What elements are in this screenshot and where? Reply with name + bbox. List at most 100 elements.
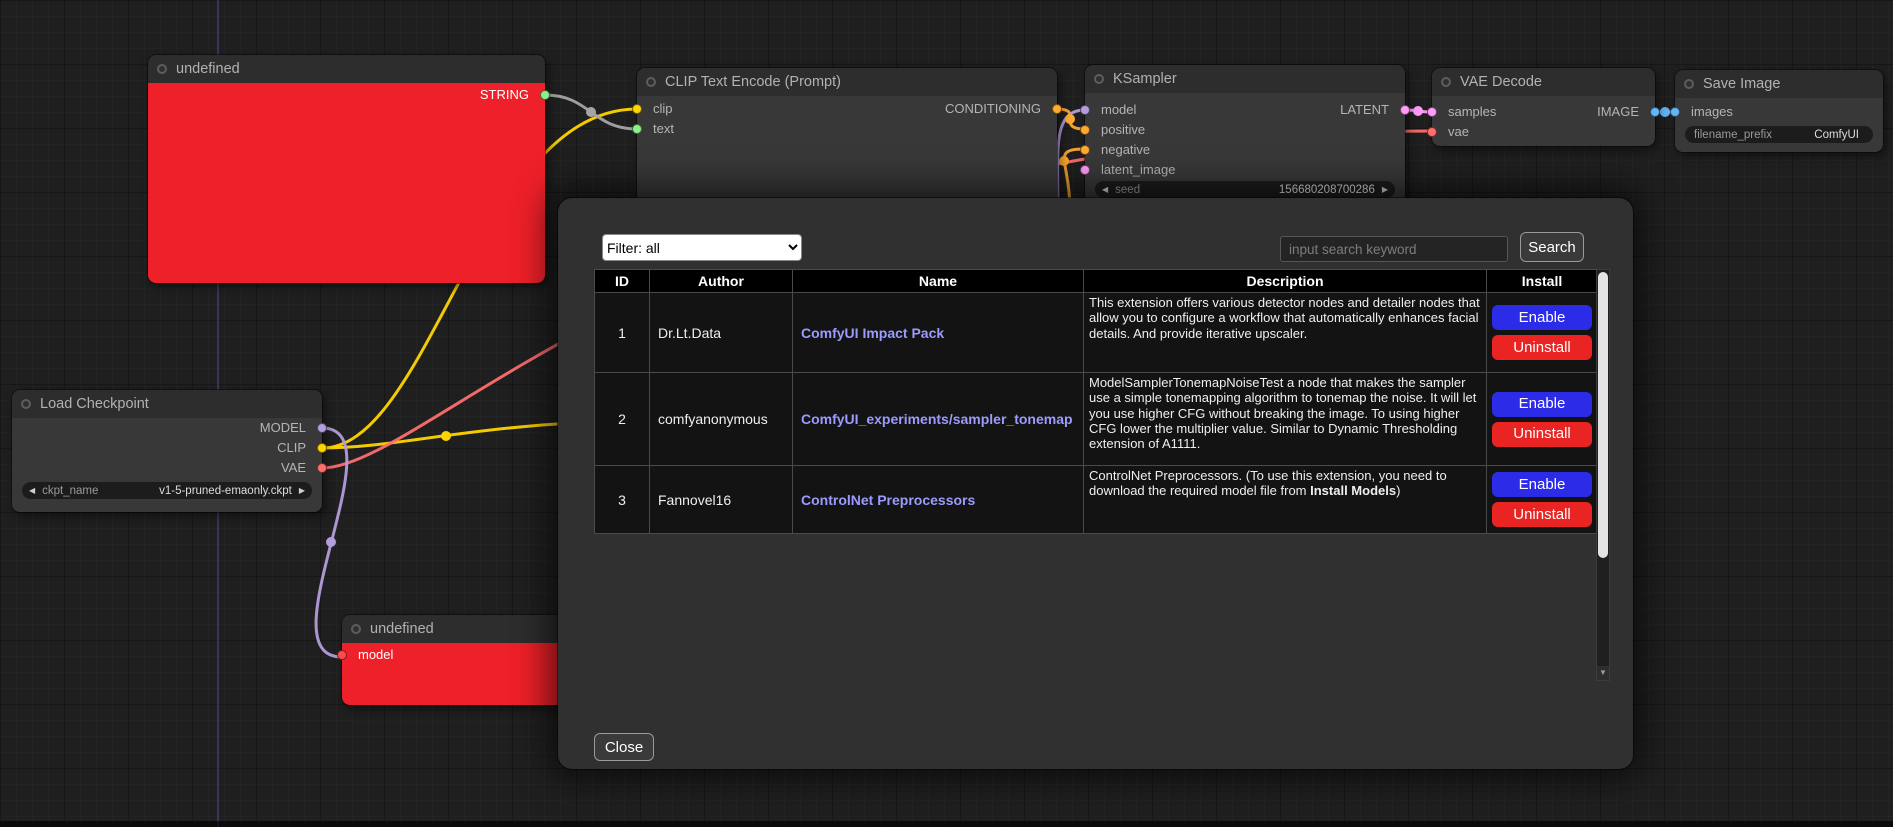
input-latent-image: latent_image [1085,160,1405,180]
widget-label: ckpt_name [42,485,98,497]
port-label: LATENT [1340,102,1389,117]
port-label: vae [1448,124,1469,139]
port-label: positive [1101,122,1145,137]
widget-value: 156680208700286 [1279,184,1375,196]
custom-nodes-manager-dialog: Filter: all Search ID Author Name Descri… [558,198,1633,769]
port-label: text [653,121,674,136]
extension-link[interactable]: ControlNet Preprocessors [801,492,975,508]
images-input-port[interactable] [1670,107,1680,117]
node-collapse-dot[interactable] [1441,77,1451,87]
filter-select[interactable]: Filter: all [602,234,802,261]
port-label: CLIP [277,440,306,455]
extension-link[interactable]: ComfyUI_experiments/sampler_tonemap [801,411,1073,427]
enable-button[interactable]: Enable [1492,472,1592,497]
input-text: text [637,119,1057,139]
node-titlebar[interactable]: Save Image [1675,70,1883,98]
clip-output-port[interactable] [317,443,327,453]
node-title: VAE Decode [1460,68,1542,96]
cell-install: Enable Uninstall [1487,373,1598,466]
scroll-down-arrow-icon[interactable]: ▼ [1597,666,1609,680]
output-vae: VAE [12,458,322,478]
link-midpoint-dot [1413,106,1423,116]
increment-arrow-icon[interactable]: ▶ [299,486,305,495]
search-input[interactable] [1280,236,1508,262]
conditioning-output-port[interactable] [1052,104,1062,114]
node-collapse-dot[interactable] [21,399,31,409]
comfyui-canvas[interactable]: { "colors": { "model": "#B39DDB", "clip"… [0,0,1893,827]
node-titlebar[interactable]: Load Checkpoint [12,390,322,418]
widget-value: ComfyUI [1814,129,1859,141]
node-collapse-dot[interactable] [351,624,361,634]
positive-input-port[interactable] [1080,125,1090,135]
cell-description: This extension offers various detector n… [1084,293,1487,373]
widget-label: seed [1115,184,1140,196]
node-ksampler[interactable]: KSampler model positive negative latent_… [1085,65,1405,207]
node-title: CLIP Text Encode (Prompt) [665,68,841,96]
node-titlebar[interactable]: VAE Decode [1432,68,1655,96]
node-titlebar[interactable]: undefined [148,55,545,83]
input-images: images [1675,102,1883,122]
output-string: STRING [148,85,545,105]
vae-input-port[interactable] [1427,127,1437,137]
port-label: VAE [281,460,306,475]
node-vae-decode[interactable]: VAE Decode samples vae IMAGE [1432,68,1655,146]
node-title: undefined [176,55,240,83]
string-output-port[interactable] [540,90,550,100]
port-label: negative [1101,142,1150,157]
model-input-port[interactable] [337,650,347,660]
header-name: Name [793,270,1084,293]
enable-button[interactable]: Enable [1492,392,1592,417]
extension-link[interactable]: ComfyUI Impact Pack [801,325,944,341]
node-collapse-dot[interactable] [1684,79,1694,89]
ckpt-name-widget[interactable]: ◀ ckpt_name v1-5-pruned-emaonly.ckpt ▶ [22,482,312,499]
negative-input-port[interactable] [1080,145,1090,155]
decrement-arrow-icon[interactable]: ◀ [1102,185,1108,194]
node-collapse-dot[interactable] [157,64,167,74]
node-collapse-dot[interactable] [1094,74,1104,84]
port-label: IMAGE [1597,104,1639,119]
node-save-image[interactable]: Save Image images filename_prefix ComfyU… [1675,70,1883,152]
cell-author: Fannovel16 [650,466,793,534]
latent-output-port[interactable] [1400,105,1410,115]
image-output-port[interactable] [1650,107,1660,117]
cell-author: comfyanonymous [650,373,793,466]
cell-install: Enable Uninstall [1487,293,1598,373]
node-load-checkpoint[interactable]: Load Checkpoint MODEL CLIP VAE ◀ ckpt_na… [12,390,322,512]
extensions-table-body: 1 Dr.Lt.Data ComfyUI Impact Pack This ex… [595,293,1598,534]
output-image: IMAGE [1432,102,1655,122]
node-title: Load Checkpoint [40,390,149,418]
text-input-port[interactable] [632,124,642,134]
vae-output-port[interactable] [317,463,327,473]
seed-widget[interactable]: ◀ seed 156680208700286 ▶ [1095,181,1395,198]
decrement-arrow-icon[interactable]: ◀ [29,486,35,495]
widget-value: v1-5-pruned-emaonly.ckpt [159,485,292,497]
model-output-port[interactable] [317,423,327,433]
increment-arrow-icon[interactable]: ▶ [1382,185,1388,194]
node-titlebar[interactable]: CLIP Text Encode (Prompt) [637,68,1057,96]
uninstall-button[interactable]: Uninstall [1492,422,1592,447]
uninstall-button[interactable]: Uninstall [1492,335,1592,360]
search-button[interactable]: Search [1520,232,1584,262]
close-button[interactable]: Close [594,733,654,761]
output-clip: CLIP [12,438,322,458]
latent-image-input-port[interactable] [1080,165,1090,175]
node-titlebar[interactable]: KSampler [1085,65,1405,93]
table-scrollbar[interactable]: ▼ [1596,269,1610,681]
filename-prefix-widget[interactable]: filename_prefix ComfyUI [1685,126,1873,143]
output-model: MODEL [12,418,322,438]
scrollbar-thumb[interactable] [1598,272,1608,558]
uninstall-button[interactable]: Uninstall [1492,502,1592,527]
node-body: STRING [148,83,545,283]
node-title: undefined [370,615,434,643]
node-collapse-dot[interactable] [646,77,656,87]
header-id: ID [595,270,650,293]
link-midpoint-dot [1065,114,1075,124]
output-conditioning: CONDITIONING [637,99,1057,119]
cell-author: Dr.Lt.Data [650,293,793,373]
node-undefined-top[interactable]: undefined STRING [148,55,545,283]
cell-description: ControlNet Preprocessors. (To use this e… [1084,466,1487,534]
port-label: MODEL [260,420,306,435]
input-positive: positive [1085,120,1405,140]
input-negative: negative [1085,140,1405,160]
enable-button[interactable]: Enable [1492,305,1592,330]
